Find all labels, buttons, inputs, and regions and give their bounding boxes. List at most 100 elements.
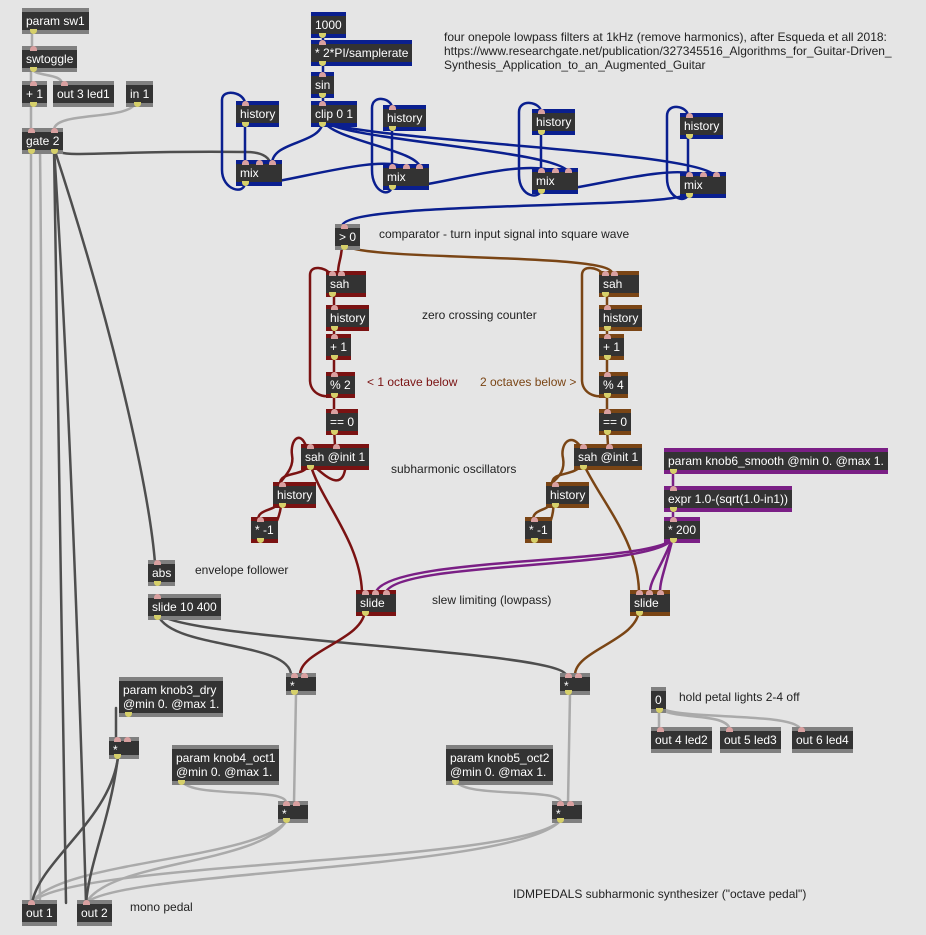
equals-zero-oct2-object[interactable]: == 0 bbox=[599, 409, 632, 435]
inlet-port[interactable] bbox=[279, 482, 286, 487]
inlet-port[interactable] bbox=[114, 737, 121, 742]
outlet-port[interactable] bbox=[319, 93, 326, 98]
outlet-port[interactable] bbox=[242, 122, 249, 127]
inlet-port[interactable] bbox=[552, 482, 559, 487]
inlet-port[interactable] bbox=[538, 168, 545, 173]
inlet-port[interactable] bbox=[30, 81, 37, 86]
gate2-object[interactable]: gate 2 bbox=[22, 128, 64, 154]
inlet-port[interactable] bbox=[338, 271, 345, 276]
outlet-port[interactable] bbox=[602, 292, 609, 297]
slide-oct2-object[interactable]: slide bbox=[630, 590, 670, 616]
inlet-port[interactable] bbox=[646, 590, 653, 595]
inlet-port[interactable] bbox=[331, 305, 338, 310]
sah-init-oct2-object[interactable]: sah @init 1 bbox=[574, 444, 643, 470]
outlet-port[interactable] bbox=[125, 712, 132, 717]
outlet-port[interactable] bbox=[28, 149, 35, 154]
plus-one-object[interactable]: + 1 bbox=[22, 81, 48, 107]
outlet-port[interactable] bbox=[604, 326, 611, 331]
inlet-port[interactable] bbox=[602, 271, 609, 276]
inlet-port[interactable] bbox=[124, 737, 131, 742]
outlet-port[interactable] bbox=[636, 611, 643, 616]
inlet-port[interactable] bbox=[670, 486, 677, 491]
history-filter1-object[interactable]: history bbox=[236, 101, 280, 127]
cord[interactable] bbox=[308, 461, 364, 594]
outlet-port[interactable] bbox=[670, 507, 677, 512]
outlet-port[interactable] bbox=[538, 189, 545, 194]
mix-filter1-object[interactable]: mix bbox=[236, 160, 282, 186]
outlet-port[interactable] bbox=[331, 355, 338, 360]
inlet-port[interactable] bbox=[636, 590, 643, 595]
inlet-port[interactable] bbox=[301, 673, 308, 678]
outlet-port[interactable] bbox=[604, 430, 611, 435]
outlet-port[interactable] bbox=[114, 754, 121, 759]
inlet-port[interactable] bbox=[383, 590, 390, 595]
inlet-port[interactable] bbox=[604, 305, 611, 310]
outlet-port[interactable] bbox=[329, 292, 336, 297]
inlet-port[interactable] bbox=[565, 673, 572, 678]
inlet-port[interactable] bbox=[319, 101, 326, 106]
history-counter-oct1-object[interactable]: history bbox=[326, 305, 370, 331]
inlet-port[interactable] bbox=[154, 594, 161, 599]
inlet-port[interactable] bbox=[538, 109, 545, 114]
inlet-port[interactable] bbox=[403, 164, 410, 169]
inlet-port[interactable] bbox=[611, 271, 618, 276]
cord[interactable] bbox=[340, 191, 690, 228]
negate-oct1-object[interactable]: * -1 bbox=[251, 517, 278, 543]
inlet-port[interactable] bbox=[726, 727, 733, 732]
inlet-port[interactable] bbox=[341, 224, 348, 229]
swtoggle-object[interactable]: swtoggle bbox=[22, 46, 78, 72]
history-osc-oct1-object[interactable]: history bbox=[273, 482, 317, 508]
history-osc-oct2-object[interactable]: history bbox=[546, 482, 590, 508]
cord[interactable] bbox=[29, 818, 563, 905]
outlet-port[interactable] bbox=[604, 393, 611, 398]
inlet-port[interactable] bbox=[575, 673, 582, 678]
inlet-port[interactable] bbox=[604, 372, 611, 377]
inlet-port[interactable] bbox=[331, 334, 338, 339]
history-filter3-object[interactable]: history bbox=[532, 109, 576, 135]
inlet-port[interactable] bbox=[333, 444, 340, 449]
plus-one-oct1-object[interactable]: + 1 bbox=[326, 334, 352, 360]
inlet-port[interactable] bbox=[291, 673, 298, 678]
inlet-port[interactable] bbox=[389, 105, 396, 110]
inlet-port[interactable] bbox=[700, 172, 707, 177]
outlet-port[interactable] bbox=[331, 430, 338, 435]
inlet-port[interactable] bbox=[557, 801, 564, 806]
inlet-port[interactable] bbox=[319, 72, 326, 77]
inlet-port[interactable] bbox=[154, 560, 161, 565]
mul-env-oct1-object[interactable]: * bbox=[286, 673, 316, 695]
mix-filter2-object[interactable]: mix bbox=[383, 164, 429, 190]
outlet-port[interactable] bbox=[331, 393, 338, 398]
out3-led1-object[interactable]: out 3 led1 bbox=[53, 81, 114, 107]
history-counter-oct2-object[interactable]: history bbox=[599, 305, 643, 331]
clip-object[interactable]: clip 0 1 bbox=[311, 101, 358, 127]
inlet-port[interactable] bbox=[606, 444, 613, 449]
inlet-port[interactable] bbox=[686, 172, 693, 177]
mul-env-oct2-object[interactable]: * bbox=[560, 673, 590, 695]
inlet-port[interactable] bbox=[83, 900, 90, 905]
slide-envelope-object[interactable]: slide 10 400 bbox=[148, 594, 221, 620]
inlet-port[interactable] bbox=[389, 164, 396, 169]
inlet-port[interactable] bbox=[362, 590, 369, 595]
param-knob3-object[interactable]: param knob3_dry @min 0. @max 1. bbox=[119, 677, 224, 717]
inlet-port[interactable] bbox=[331, 372, 338, 377]
sin-object[interactable]: sin bbox=[311, 72, 335, 98]
out5-led3-object[interactable]: out 5 led3 bbox=[720, 727, 781, 753]
mul-200-object[interactable]: * 200 bbox=[664, 517, 701, 543]
const-1000-object[interactable]: 1000 bbox=[311, 12, 346, 38]
outlet-port[interactable] bbox=[154, 615, 161, 620]
inlet-port[interactable] bbox=[565, 168, 572, 173]
inlet-port[interactable] bbox=[269, 160, 276, 165]
inlet-port[interactable] bbox=[242, 101, 249, 106]
inlet-port[interactable] bbox=[257, 517, 264, 522]
outlet-port[interactable] bbox=[242, 181, 249, 186]
outlet-port[interactable] bbox=[341, 245, 348, 250]
outlet-port[interactable] bbox=[30, 67, 37, 72]
cord[interactable] bbox=[292, 692, 298, 805]
outlet-port[interactable] bbox=[604, 355, 611, 360]
inlet-port[interactable] bbox=[416, 164, 423, 169]
outlet-port[interactable] bbox=[178, 780, 185, 785]
inlet-port[interactable] bbox=[329, 271, 336, 276]
inlet-port[interactable] bbox=[293, 801, 300, 806]
param-knob6-object[interactable]: param knob6_smooth @min 0. @max 1. bbox=[664, 448, 888, 474]
inlet-port[interactable] bbox=[580, 444, 587, 449]
